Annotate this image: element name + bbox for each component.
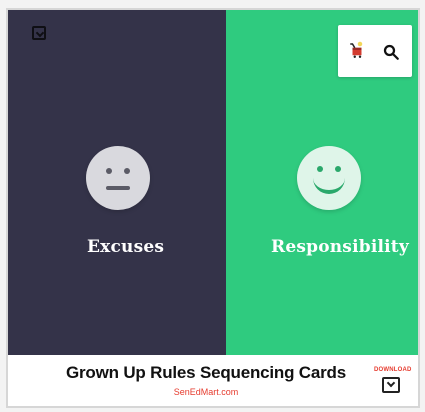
cart-icon[interactable] <box>348 41 366 59</box>
responsibility-label: Responsibility <box>271 237 409 257</box>
download-button[interactable]: DOWNLOAD <box>374 367 412 393</box>
download-icon <box>382 377 400 393</box>
excuses-label: Excuses <box>87 237 165 257</box>
toolbar-card <box>338 25 412 77</box>
face-eye <box>106 168 112 174</box>
footer-text: Grown Up Rules Sequencing Cards SenEdMar… <box>56 363 356 397</box>
product-card: Excuses Responsibility Grown Up Rules Se… <box>6 8 420 408</box>
face-mouth <box>106 186 130 190</box>
face-eye <box>317 166 323 172</box>
face-eye <box>335 166 341 172</box>
face-mouth <box>313 178 345 194</box>
footer: Grown Up Rules Sequencing Cards SenEdMar… <box>8 355 418 406</box>
download-icon[interactable] <box>32 26 46 40</box>
site-link[interactable]: SenEdMart.com <box>56 387 356 397</box>
face-eye <box>124 168 130 174</box>
download-label: DOWNLOAD <box>374 367 412 373</box>
product-title[interactable]: Grown Up Rules Sequencing Cards <box>56 363 356 383</box>
search-icon[interactable] <box>382 43 400 61</box>
happy-face-icon <box>297 146 361 210</box>
sad-face-icon <box>86 146 150 210</box>
